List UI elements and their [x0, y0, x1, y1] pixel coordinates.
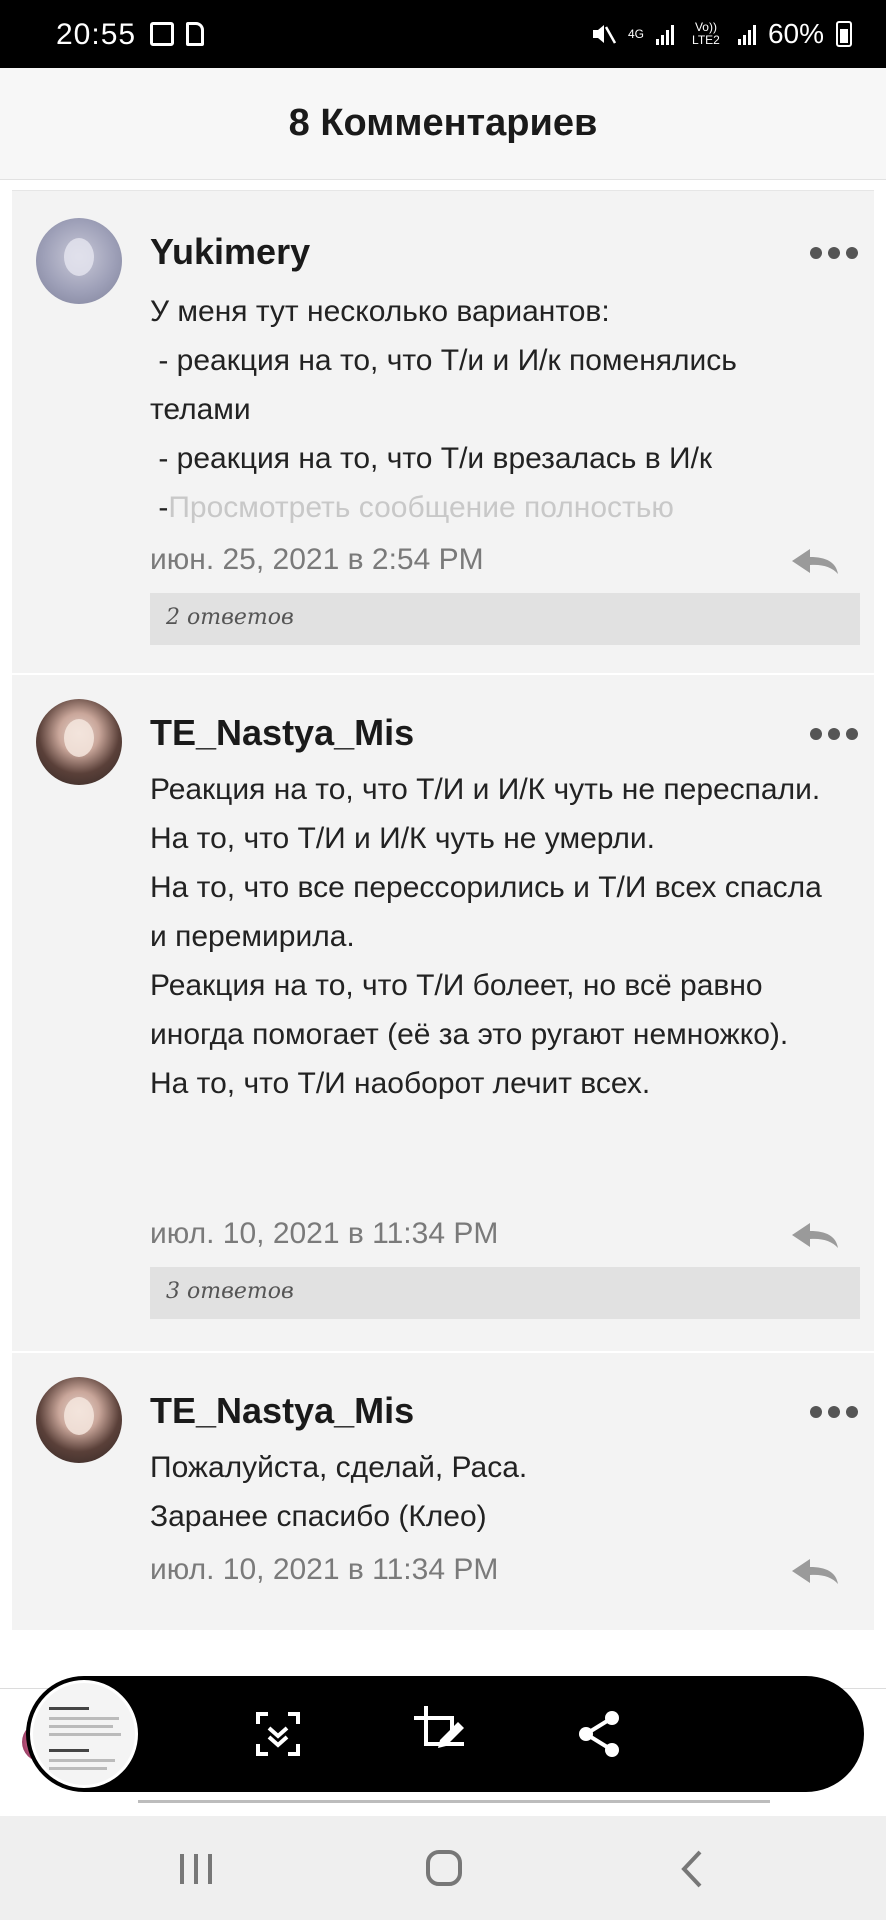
status-bar: 20:55 4G Vo)) LTE2 60%	[0, 0, 886, 68]
status-notification-icons	[150, 22, 204, 46]
screenshot-thumbnail[interactable]	[30, 1680, 138, 1788]
replies-button[interactable]: 2 ответов	[150, 593, 860, 645]
scroll-capture-icon[interactable]	[252, 1708, 304, 1760]
mute-icon	[592, 25, 616, 44]
comment-item: Yukimery У меня тут несколько вариантов:…	[12, 191, 874, 673]
more-options-icon[interactable]	[810, 247, 858, 259]
avatar[interactable]	[36, 699, 122, 785]
status-right: 4G Vo)) LTE2 60%	[590, 18, 852, 50]
reply-icon[interactable]	[790, 1557, 840, 1585]
comment-date: июл. 10, 2021 в 11:34 PM	[150, 1217, 499, 1250]
comment-item: TE_Nastya_Mis Реакция на то, что Т/И и И…	[12, 675, 874, 1351]
avatar[interactable]	[36, 1377, 122, 1463]
status-time: 20:55	[56, 18, 137, 51]
avatar[interactable]	[36, 218, 122, 304]
reply-icon[interactable]	[790, 547, 840, 575]
view-full-message-link[interactable]: Просмотреть сообщение полностью	[168, 491, 674, 524]
screenshot-toolbar	[26, 1676, 864, 1792]
back-icon[interactable]	[664, 1846, 724, 1892]
gallery-icon	[150, 22, 174, 46]
replies-button[interactable]: 3 ответов	[150, 1267, 860, 1319]
comment-text-content: У меня тут несколько вариантов: - реакци…	[150, 295, 737, 524]
comment-item: TE_Nastya_Mis Пожалуйста, сделай, Раса. …	[12, 1353, 874, 1629]
more-options-icon[interactable]	[810, 1406, 858, 1418]
comment-username[interactable]: TE_Nastya_Mis	[150, 712, 414, 754]
network-lte: Vo)) LTE2	[692, 20, 720, 47]
comment-text: Реакция на то, что Т/И и И/К чуть не пер…	[150, 773, 822, 1100]
system-nav-bar	[0, 1816, 886, 1920]
comments-header: 8 Комментариев	[0, 68, 886, 180]
home-icon[interactable]	[414, 1846, 474, 1892]
replies-count: 3 ответов	[166, 1279, 294, 1304]
edit-crop-icon[interactable]	[410, 1702, 468, 1760]
comment-username[interactable]: Yukimery	[150, 231, 310, 273]
toolbar-handle	[138, 1800, 770, 1803]
network-4g: 4G	[627, 26, 644, 41]
comment-date: июл. 10, 2021 в 11:34 PM	[150, 1553, 499, 1586]
battery-icon	[836, 21, 852, 47]
comment-text: Пожалуйста, сделай, Раса. Заранее спасиб…	[150, 1451, 528, 1533]
comment-date: июн. 25, 2021 в 2:54 PM	[150, 543, 484, 576]
signal-icon	[655, 23, 674, 45]
page-title: 8 Комментариев	[288, 102, 598, 144]
recent-apps-icon[interactable]	[166, 1846, 226, 1892]
sd-card-icon	[186, 22, 204, 46]
reply-icon[interactable]	[790, 1221, 840, 1249]
more-options-icon[interactable]	[810, 728, 858, 740]
battery-percent: 60%	[767, 18, 824, 49]
share-icon[interactable]	[574, 1708, 626, 1760]
replies-count: 2 ответов	[166, 605, 294, 630]
comment-username[interactable]: TE_Nastya_Mis	[150, 1390, 414, 1432]
comments-list[interactable]: Yukimery У меня тут несколько вариантов:…	[12, 190, 874, 1630]
signal-icon-2	[737, 23, 756, 45]
comment-text: У меня тут несколько вариантов: - реакци…	[150, 287, 840, 532]
